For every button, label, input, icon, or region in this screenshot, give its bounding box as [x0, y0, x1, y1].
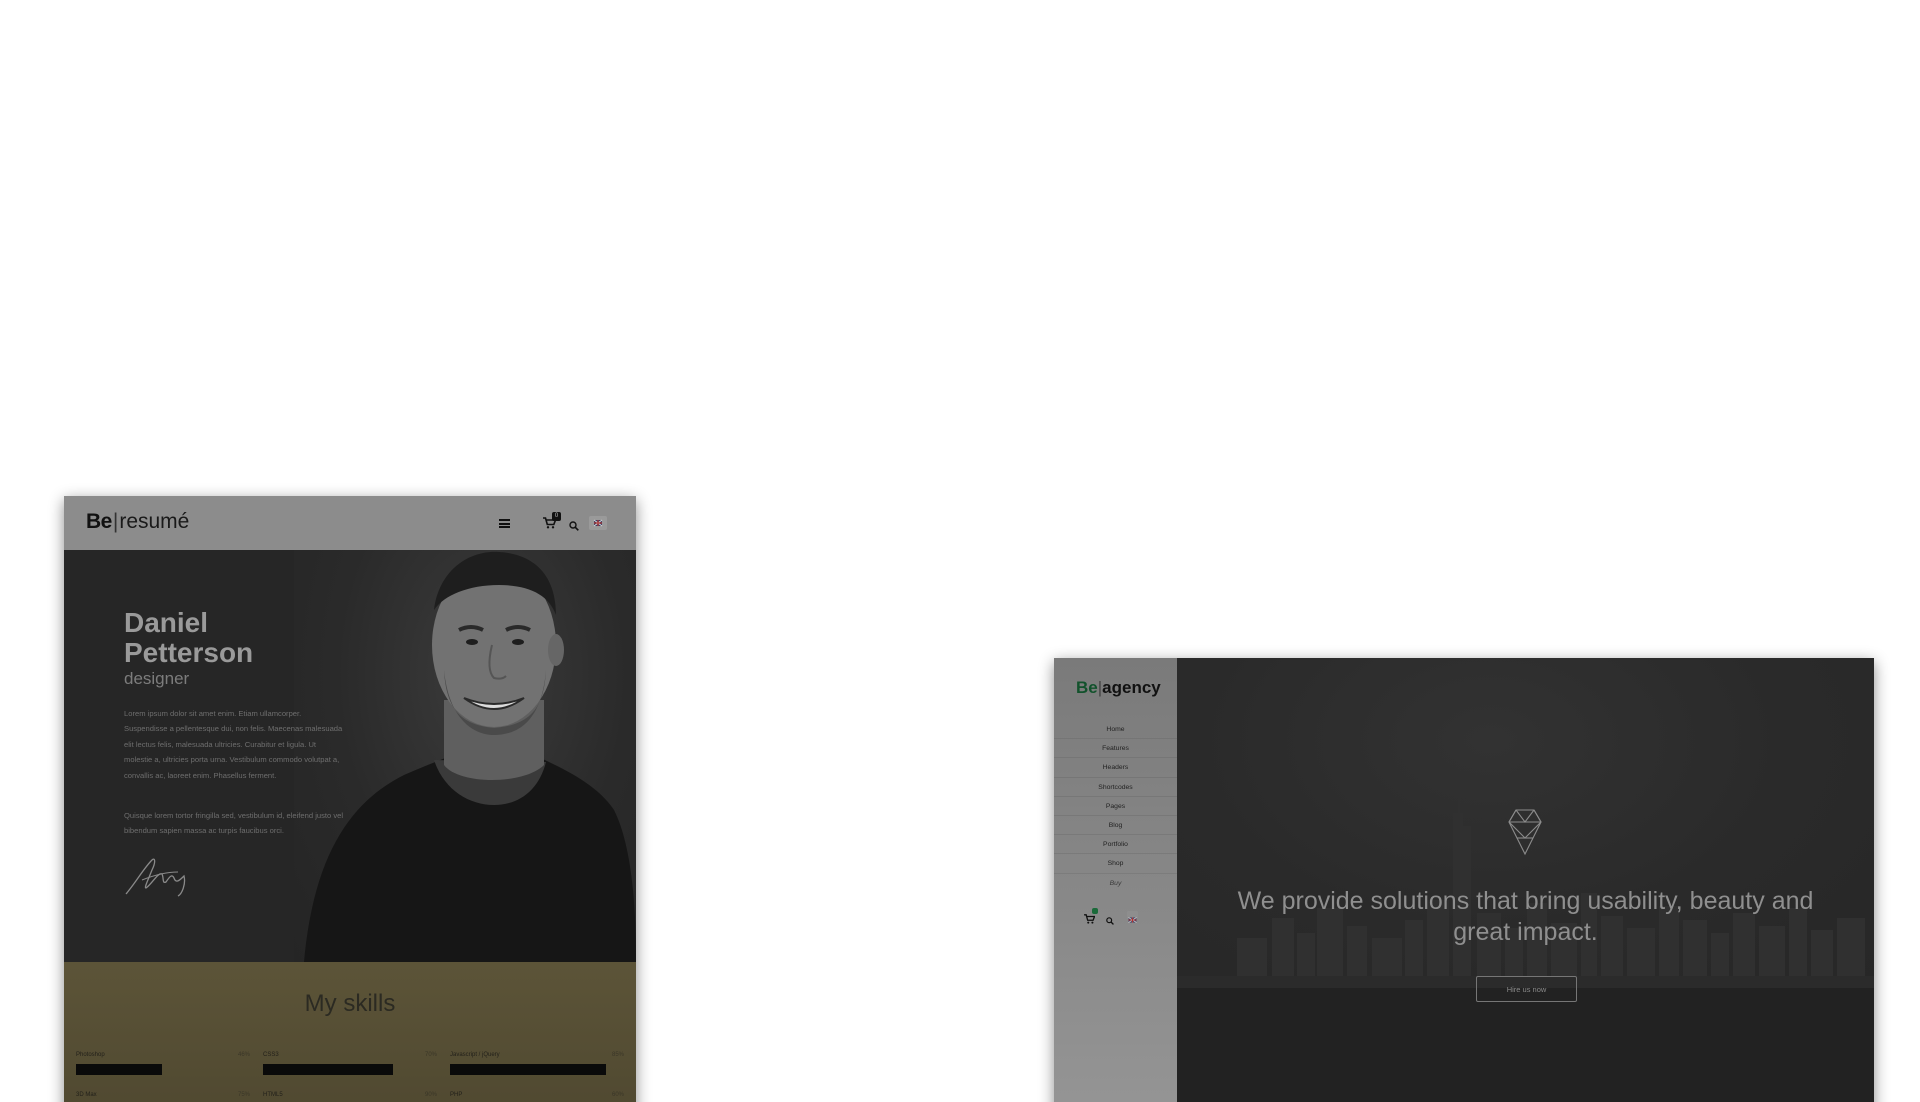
- skill-item: Javascript / jQuery 85%: [450, 1052, 624, 1058]
- agency-nav: Home Features Headers Shortcodes Pages B…: [1054, 720, 1177, 893]
- search-icon[interactable]: [1106, 912, 1114, 930]
- resume-logo[interactable]: Be|resumé: [86, 510, 189, 534]
- skill-label: PHP: [450, 1092, 463, 1098]
- flag-uk-icon[interactable]: [1127, 911, 1138, 923]
- resume-preview-card[interactable]: Be|resumé 0 Daniel Petterson designer Lo…: [64, 496, 636, 1102]
- nav-item-portfolio[interactable]: Portfolio: [1054, 835, 1177, 855]
- hero-water: [1177, 988, 1874, 1102]
- hire-us-button[interactable]: Hire us now: [1476, 976, 1577, 1002]
- skill-percent: 90%: [424, 1092, 437, 1098]
- bio-paragraph-secondary: Quisque lorem tortor fringilla sed, vest…: [124, 811, 344, 836]
- skill-label: HTML5: [263, 1092, 283, 1098]
- nav-item-buy[interactable]: Buy: [1054, 874, 1177, 893]
- skill-label: Javascript / jQuery: [450, 1052, 500, 1058]
- hamburger-icon[interactable]: [499, 519, 510, 528]
- nav-item-headers[interactable]: Headers: [1054, 758, 1177, 778]
- skill-percent: 60%: [611, 1092, 624, 1098]
- diamond-emblem-icon: [1507, 808, 1543, 861]
- skill-progress-bar: [263, 1064, 393, 1075]
- signature-image: [122, 854, 198, 903]
- agency-logo[interactable]: Be|agency: [1076, 678, 1161, 698]
- nav-item-shop[interactable]: Shop: [1054, 854, 1177, 874]
- agency-hero: We provide solutions that bring usabilit…: [1177, 658, 1874, 1102]
- skill-item: CSS3 70%: [263, 1052, 437, 1058]
- skill-percent: 46%: [237, 1052, 250, 1058]
- cart-count-badge: 0: [552, 512, 561, 521]
- skill-percent: 70%: [424, 1052, 437, 1058]
- nav-item-shortcodes[interactable]: Shortcodes: [1054, 778, 1177, 797]
- nav-item-blog[interactable]: Blog: [1054, 816, 1177, 836]
- nav-item-pages[interactable]: Pages: [1054, 797, 1177, 816]
- skills-section: My skills Photoshop 46% CSS3 70% Javascr…: [64, 962, 636, 1102]
- person-name: Daniel Petterson: [124, 607, 254, 668]
- nav-item-features[interactable]: Features: [1054, 739, 1177, 759]
- skill-label: CSS3: [263, 1052, 279, 1058]
- nav-item-home[interactable]: Home: [1054, 720, 1177, 740]
- cart-icon[interactable]: [1084, 908, 1098, 929]
- skill-item: HTML5 90%: [263, 1092, 437, 1098]
- skill-item: Photoshop 46%: [76, 1052, 250, 1058]
- search-icon[interactable]: [569, 518, 579, 536]
- skill-progress-bar: [450, 1064, 606, 1075]
- flag-uk-icon[interactable]: [589, 516, 607, 530]
- skills-title: My skills: [304, 990, 396, 1017]
- skill-progress-bar: [76, 1064, 162, 1075]
- agency-sidebar-icons: [1084, 908, 1154, 925]
- skill-item: 3D Max 75%: [76, 1092, 250, 1098]
- resume-header: Be|resumé 0: [64, 496, 636, 550]
- person-role: designer: [124, 669, 190, 688]
- agency-sidebar: Be|agency Home Features Headers Shortcod…: [1054, 658, 1177, 1102]
- agency-preview-card[interactable]: Be|agency Home Features Headers Shortcod…: [1054, 658, 1874, 1102]
- skill-label: Photoshop: [76, 1052, 105, 1058]
- hero-headline: We provide solutions that bring usabilit…: [1237, 887, 1814, 946]
- resume-hero: Daniel Petterson designer Lorem ipsum do…: [64, 550, 636, 962]
- cart-badge: [1092, 908, 1098, 914]
- bio-paragraph: Lorem ipsum dolor sit amet enim. Etiam u…: [124, 709, 343, 780]
- skill-percent: 85%: [611, 1052, 624, 1058]
- skill-percent: 75%: [237, 1092, 250, 1098]
- skill-label: 3D Max: [76, 1092, 97, 1098]
- skill-item: PHP 60%: [450, 1092, 624, 1098]
- cart-icon[interactable]: 0: [543, 512, 561, 529]
